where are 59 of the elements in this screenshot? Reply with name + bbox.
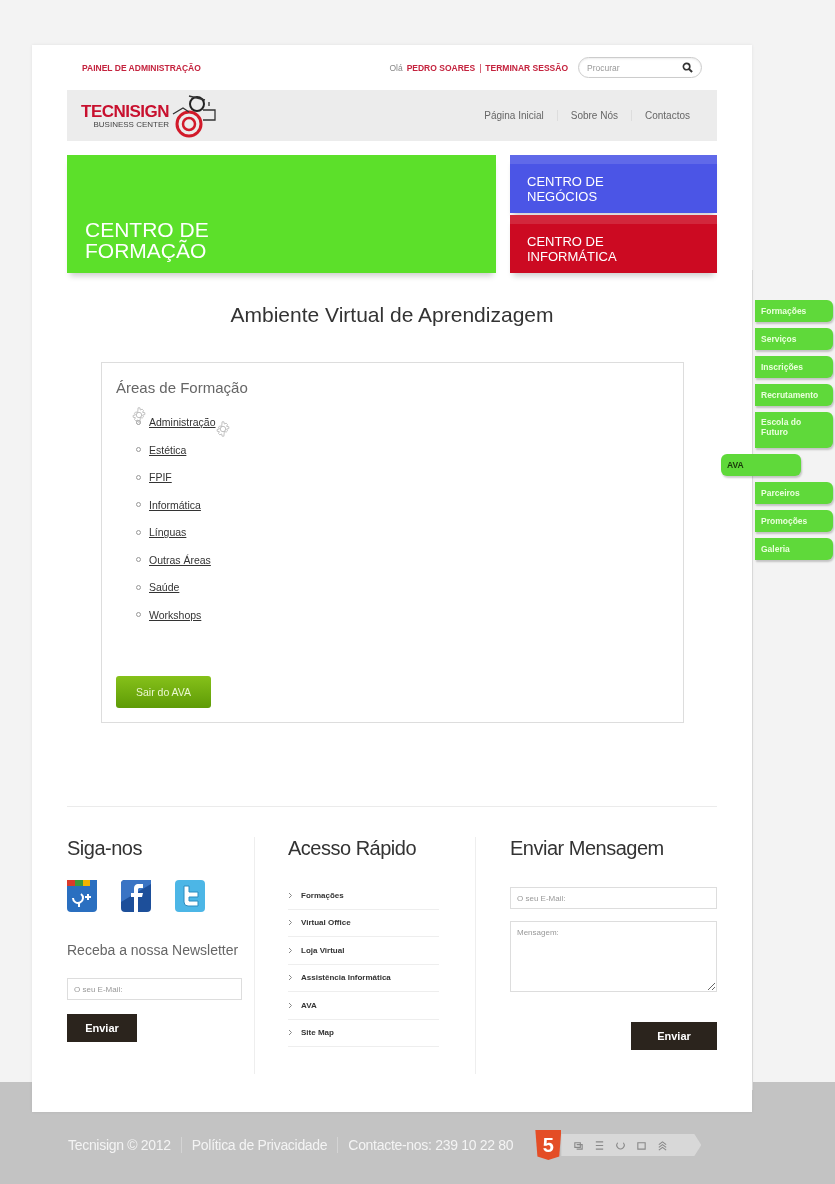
square-icon (636, 1139, 648, 1151)
greeting: Olá (389, 62, 403, 73)
hero-side-title: CENTRO DE INFORMÁTICA (527, 233, 618, 264)
chevron-icon (288, 946, 293, 954)
hero-main-title: CENTRO DE FORMAÇÃO (85, 219, 210, 261)
google-plus-icon[interactable] (67, 880, 97, 912)
newsletter-email-field[interactable]: O seu E-Mail: (67, 978, 242, 1000)
newsletter-send-button[interactable]: Enviar (67, 1014, 137, 1042)
logo-name: TECNISIGN (81, 102, 170, 120)
html5-badge: 5 (535, 1130, 562, 1160)
area-link[interactable]: Estética (149, 443, 187, 456)
quick-access-link[interactable]: Loja Virtual (288, 937, 439, 965)
chevron-icon (288, 891, 293, 899)
twitter-icon[interactable] (175, 880, 205, 912)
quick-access-link[interactable]: Site Map (288, 1019, 439, 1047)
chevron-icon (288, 919, 293, 927)
chevrons-icon (657, 1139, 669, 1151)
facebook-icon[interactable] (121, 880, 151, 912)
logo-tagline: BUSINESS CENTER (93, 119, 170, 129)
quick-access-link[interactable]: Assistência Informática (288, 964, 439, 992)
quick-access-link[interactable]: Formações (288, 882, 439, 910)
chevron-icon (288, 974, 293, 982)
chevron-icon (288, 1029, 293, 1037)
area-link[interactable]: Línguas (149, 526, 187, 539)
area-link[interactable]: Outras Áreas (149, 553, 211, 566)
area-link[interactable]: Administração (149, 416, 216, 429)
quick-access-heading: Acesso Rápido (288, 837, 418, 860)
stack-icon (594, 1139, 606, 1151)
gear-icon (214, 420, 232, 438)
message-email-field[interactable]: O seu E-Mail: (510, 887, 717, 909)
hero-side-title: CENTRO DE NEGÓCIOS (527, 173, 605, 204)
hero-side-tile[interactable]: CENTRO DE INFORMÁTICA (510, 215, 717, 273)
message-heading: Enviar Mensagem (510, 837, 665, 860)
area-link[interactable]: Informática (149, 498, 201, 511)
follow-heading: Siga-nos (67, 837, 143, 860)
logout-link[interactable]: TERMINAR SESSÃO (485, 62, 568, 73)
area-link[interactable]: FPIF (149, 471, 172, 484)
message-field[interactable]: Mensagem: (510, 921, 717, 992)
newsletter-heading: Receba a nossa Newsletter (67, 942, 240, 958)
layers-icon (573, 1139, 585, 1151)
chevron-icon (288, 1001, 293, 1009)
search-icon[interactable] (682, 62, 693, 73)
page-title: Ambiente Virtual de Aprendizagem (229, 303, 555, 328)
area-link[interactable]: Saúde (149, 581, 180, 594)
message-send-button[interactable]: Enviar (631, 1022, 717, 1050)
hero-side-tile[interactable]: CENTRO DE NEGÓCIOS (510, 155, 717, 213)
user-name-link[interactable]: PEDRO SOARES (406, 62, 476, 73)
nav-link[interactable]: Contactos (630, 110, 703, 121)
separator: | (479, 62, 482, 73)
quick-access-link[interactable]: Virtual Office (288, 909, 439, 937)
gear-icon (130, 406, 148, 424)
side-menu-tab[interactable]: AVA (721, 454, 801, 476)
areas-heading: Áreas de Formação (116, 379, 249, 396)
admin-link[interactable]: PAINEL DE ADMINISTRAÇÃO (82, 62, 201, 73)
search-field[interactable]: Procurar (578, 57, 702, 78)
area-link[interactable]: Workshops (149, 608, 202, 621)
quick-access-link[interactable]: AVA (288, 992, 439, 1020)
nav-link[interactable]: Página Inicial (471, 110, 557, 121)
nav-link[interactable]: Sobre Nós (556, 110, 631, 121)
